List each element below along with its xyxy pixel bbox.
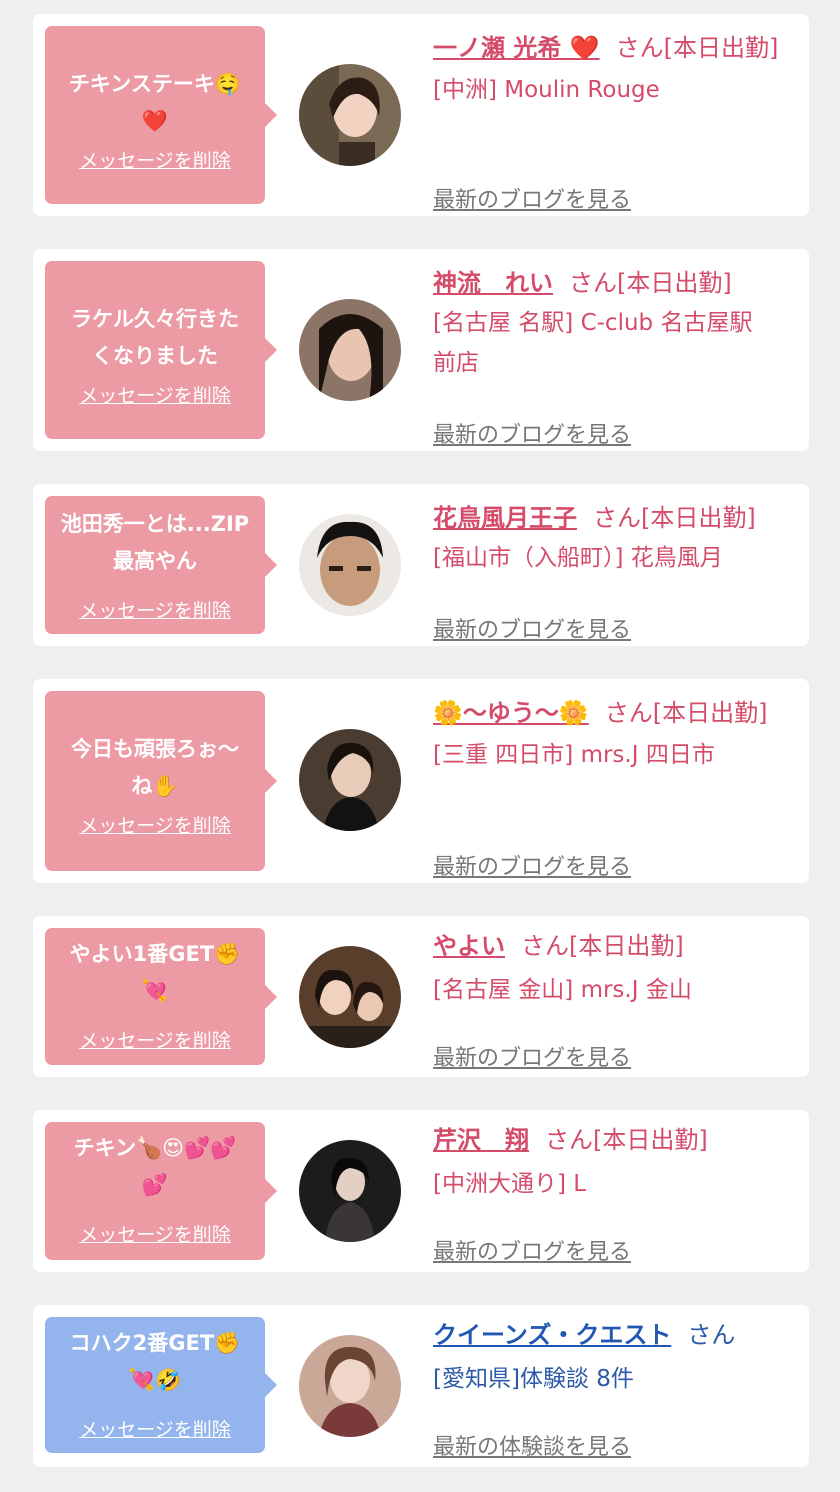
blog-link[interactable]: 最新のブログを見る — [433, 849, 631, 881]
cast-info: 一ノ瀬 光希 ❤️ さん[本日出勤] [中洲] Moulin Rouge 最新のブ… — [433, 28, 793, 213]
cast-info: 芹沢 翔さん[本日出勤] [中洲大通り] L 最新のブログを見る — [433, 1120, 793, 1265]
message-card: 今日も頑張ろぉ〜 ね✋ メッセージを削除 🌼〜ゆう〜🌼 さん[本日出勤] [三重 … — [33, 679, 809, 883]
shop-text: [三重 四日市] mrs.J 四日市 — [433, 742, 715, 768]
shop-text: [名古屋 金山] mrs.J 金山 — [433, 977, 692, 1003]
avatar[interactable] — [299, 1335, 401, 1437]
message-text: 今日も頑張ろぉ〜 ね✋ — [71, 737, 239, 798]
delete-message-link[interactable]: メッセージを削除 — [45, 1026, 265, 1053]
avatar[interactable] — [299, 64, 401, 166]
bubble-tail — [265, 1373, 277, 1397]
avatar[interactable] — [299, 729, 401, 831]
message-text: コハク2番GET✊ 💘🤣 — [69, 1331, 241, 1392]
review-link[interactable]: 最新の体験談を見る — [433, 1429, 631, 1461]
message-card: やよい1番GET✊ 💘 メッセージを削除 やよい さん[本日出勤] [名古屋 金山… — [33, 916, 809, 1077]
cast-name-line: 芹沢 翔さん[本日出勤] — [433, 1120, 793, 1160]
avatar[interactable] — [299, 1140, 401, 1242]
status-text: さん — [687, 1321, 736, 1349]
cast-name-line: 神流 れい さん[本日出勤] — [433, 263, 793, 303]
cast-name-line: 花鳥風月王子 さん[本日出勤] — [433, 498, 793, 538]
status-text: さん[本日出勤] — [615, 34, 779, 62]
message-text: チキンステーキ🤤 ❤️ — [68, 72, 242, 133]
cast-name-line: 🌼〜ゆう〜🌼 さん[本日出勤] — [433, 693, 793, 733]
bubble-tail — [265, 103, 277, 127]
bubble-tail — [265, 984, 277, 1009]
message-bubble: チキンステーキ🤤 ❤️ メッセージを削除 — [45, 26, 277, 204]
status-text: さん[本日出勤] — [604, 699, 768, 727]
message-card: 池田秀一とは...ZIP 最高やん メッセージを削除 花鳥風月王子 さん[本日出勤… — [33, 484, 809, 646]
cast-info: 花鳥風月王子 さん[本日出勤] [福山市（入船町）] 花鳥風月 最新のブログを見る — [433, 498, 793, 643]
blog-link[interactable]: 最新のブログを見る — [433, 182, 631, 214]
cast-name-line: クイーンズ・クエスト さん — [433, 1315, 793, 1355]
status-text: さん[本日出勤] — [521, 932, 684, 960]
delete-message-link[interactable]: メッセージを削除 — [45, 1415, 265, 1442]
avatar[interactable] — [299, 299, 401, 401]
cast-name-line: やよい さん[本日出勤] — [433, 926, 793, 966]
message-card: コハク2番GET✊ 💘🤣 メッセージを削除 クイーンズ・クエスト さん [愛知県]… — [33, 1305, 809, 1467]
cast-info: 神流 れい さん[本日出勤] [名古屋 名駅] C-club 名古屋駅 前店 最新… — [433, 263, 793, 448]
message-card: チキンステーキ🤤 ❤️ メッセージを削除 一ノ瀬 光希 ❤️ さん[本日出勤] [… — [33, 14, 809, 216]
status-text: さん[本日出勤] — [545, 1126, 708, 1154]
delete-message-link[interactable]: メッセージを削除 — [45, 1220, 265, 1247]
cast-info: やよい さん[本日出勤] [名古屋 金山] mrs.J 金山 最新のブログを見る — [433, 926, 793, 1071]
cast-info: クイーンズ・クエスト さん [愛知県]体験談 8件 最新の体験談を見る — [433, 1315, 793, 1460]
avatar[interactable] — [299, 946, 401, 1048]
message-list: チキンステーキ🤤 ❤️ メッセージを削除 一ノ瀬 光希 ❤️ さん[本日出勤] [… — [0, 0, 840, 1492]
blog-link[interactable]: 最新のブログを見る — [433, 1040, 631, 1072]
message-bubble: コハク2番GET✊ 💘🤣 メッセージを削除 — [45, 1317, 277, 1453]
shop-text: [福山市（入船町）] 花鳥風月 — [433, 545, 723, 571]
delete-message-link[interactable]: メッセージを削除 — [45, 381, 265, 408]
bubble-tail — [265, 338, 277, 362]
status-text: さん[本日出勤] — [569, 269, 732, 297]
shop-text: [中洲] Moulin Rouge — [433, 77, 660, 103]
cast-name-link[interactable]: 🌼〜ゆう〜🌼 — [433, 699, 589, 727]
cast-name-link[interactable]: やよい — [433, 932, 505, 960]
blog-link[interactable]: 最新のブログを見る — [433, 1234, 631, 1266]
message-bubble: ラケル久々行きた くなりました メッセージを削除 — [45, 261, 277, 439]
message-bubble: やよい1番GET✊ 💘 メッセージを削除 — [45, 928, 277, 1065]
shop-text: [愛知県]体験談 8件 — [433, 1366, 634, 1392]
message-bubble: チキン🍗😍💕💕 💕 メッセージを削除 — [45, 1122, 277, 1260]
bubble-tail — [265, 553, 277, 577]
avatar[interactable] — [299, 514, 401, 616]
cast-name-link[interactable]: クイーンズ・クエスト — [433, 1321, 671, 1349]
delete-message-link[interactable]: メッセージを削除 — [45, 146, 265, 173]
bubble-tail — [265, 1179, 277, 1203]
message-card: ラケル久々行きた くなりました メッセージを削除 神流 れい さん[本日出勤] [… — [33, 249, 809, 451]
cast-name-line: 一ノ瀬 光希 ❤️ さん[本日出勤] — [433, 28, 793, 68]
delete-message-link[interactable]: メッセージを削除 — [45, 811, 265, 838]
cast-name-link[interactable]: 花鳥風月王子 — [433, 504, 577, 532]
message-text: チキン🍗😍💕💕 💕 — [73, 1136, 237, 1197]
shop-text: [中洲大通り] L — [433, 1171, 587, 1197]
cast-name-link[interactable]: 一ノ瀬 光希 ❤️ — [433, 34, 600, 62]
shop-text: [名古屋 名駅] C-club 名古屋駅 前店 — [433, 310, 753, 376]
delete-message-link[interactable]: メッセージを削除 — [45, 596, 265, 623]
blog-link[interactable]: 最新のブログを見る — [433, 417, 631, 449]
cast-name-link[interactable]: 神流 れい — [433, 269, 553, 297]
message-text: 池田秀一とは...ZIP 最高やん — [60, 512, 250, 573]
message-bubble: 今日も頑張ろぉ〜 ね✋ メッセージを削除 — [45, 691, 277, 871]
message-text: やよい1番GET✊ 💘 — [69, 942, 241, 1003]
blog-link[interactable]: 最新のブログを見る — [433, 612, 631, 644]
bubble-tail — [265, 769, 277, 793]
cast-name-link[interactable]: 芹沢 翔 — [433, 1126, 529, 1154]
message-bubble: 池田秀一とは...ZIP 最高やん メッセージを削除 — [45, 496, 277, 634]
message-card: チキン🍗😍💕💕 💕 メッセージを削除 芹沢 翔さん[本日出勤] [中洲大通り] … — [33, 1110, 809, 1272]
cast-info: 🌼〜ゆう〜🌼 さん[本日出勤] [三重 四日市] mrs.J 四日市 最新のブログ… — [433, 693, 793, 880]
message-text: ラケル久々行きた くなりました — [71, 307, 239, 368]
status-text: さん[本日出勤] — [593, 504, 756, 532]
